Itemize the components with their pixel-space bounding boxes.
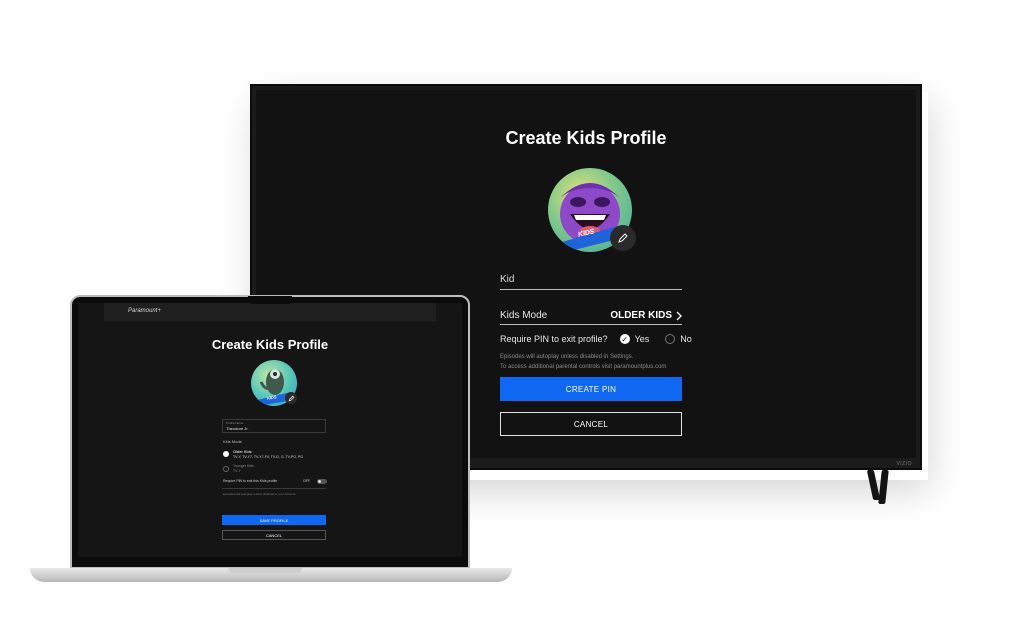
parental-controls-note: To access additional parental controls v… xyxy=(500,364,667,370)
cancel-button[interactable]: CANCEL xyxy=(500,412,682,436)
pin-toggle[interactable] xyxy=(317,479,327,484)
younger-kids-ratings: TV-Y xyxy=(233,469,241,473)
pin-no-label: No xyxy=(680,334,692,344)
cancel-button[interactable]: CANCEL xyxy=(222,530,326,540)
pin-row: Require PIN to exit profile? ✓ Yes No xyxy=(500,334,692,344)
camera-notch xyxy=(248,296,292,304)
profile-name-value: Theodore Jr. xyxy=(226,426,249,431)
tv-brand-logo: VIZIO xyxy=(896,461,912,467)
kids-mode-label: Kids Mode xyxy=(500,310,548,321)
name-underline xyxy=(500,289,682,290)
create-pin-button[interactable]: CREATE PIN xyxy=(500,377,682,401)
laptop-screen: Paramount+ Create Kids Profile KIDS Prof… xyxy=(78,303,462,557)
pin-toggle-state: OFF xyxy=(303,479,310,483)
profile-name-label: Profile Name xyxy=(226,421,244,425)
page-title: Create Kids Profile xyxy=(505,128,667,148)
older-kids-radio[interactable] xyxy=(223,451,229,457)
autoplay-note: Episodes will autoplay unless disabled i… xyxy=(223,492,297,496)
kids-mode-row[interactable]: Kids Mode OLDER KIDS xyxy=(500,310,682,321)
pin-question: Require PIN to exit profile? xyxy=(500,334,608,344)
kids-mode-underline xyxy=(500,324,682,325)
paramount-logo[interactable]: Paramount+ xyxy=(128,308,161,314)
profile-name-field[interactable]: Kid xyxy=(500,274,682,285)
kids-mode-label: Kids Mode xyxy=(223,439,242,444)
older-kids-ratings: TV-Y, TV-Y7, TV-Y7-FV, TV-G, G, TV-PG, P… xyxy=(233,455,303,459)
profile-name-input[interactable]: Profile Name Theodore Jr. xyxy=(222,419,326,433)
pin-question: Require PIN to exit this Kids profile xyxy=(223,479,278,483)
chevron-right-icon xyxy=(676,311,682,320)
laptop-frame: Paramount+ Create Kids Profile KIDS Prof… xyxy=(70,295,470,569)
laptop-hinge-notch xyxy=(228,568,302,573)
edit-avatar-button[interactable] xyxy=(285,392,297,404)
pencil-icon xyxy=(618,233,628,243)
kids-mode-value: OLDER KIDS xyxy=(610,310,672,321)
younger-kids-radio[interactable] xyxy=(223,466,229,472)
save-profile-button[interactable]: SAVE PROFILE xyxy=(222,515,326,525)
edit-avatar-button[interactable] xyxy=(610,225,636,251)
divider xyxy=(222,488,326,489)
pin-yes-radio[interactable]: ✓ xyxy=(619,334,630,344)
top-nav-bar: Paramount+ xyxy=(104,303,436,321)
autoplay-note: Episodes will autoplay unless disabled i… xyxy=(500,354,634,360)
pin-no-radio[interactable] xyxy=(665,334,676,344)
pin-yes-label: Yes xyxy=(634,334,650,344)
older-kids-label: Older Kids xyxy=(233,449,252,454)
younger-kids-label: Younger Kids xyxy=(233,464,254,468)
page-title: Create Kids Profile xyxy=(211,337,329,352)
pencil-icon xyxy=(288,395,294,401)
